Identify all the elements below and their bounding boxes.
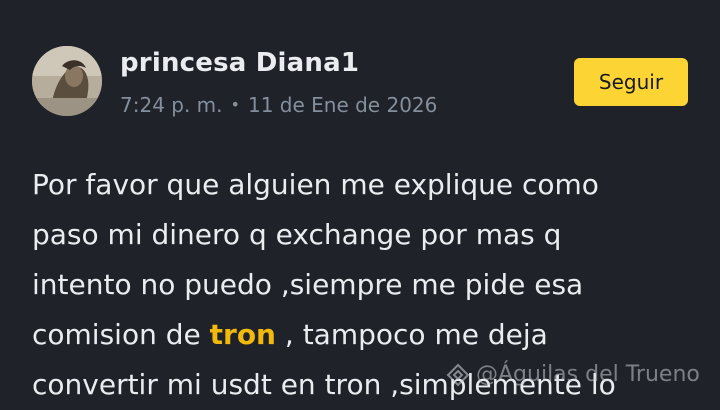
post-line-4-end: , tampoco me deja (276, 318, 548, 351)
post-content: Por favor que alguien me explique como p… (32, 160, 692, 410)
post-line-4: comision de tron , tampoco me deja (32, 310, 692, 360)
post-line-2: paso mi dinero q exchange por mas q (32, 218, 562, 251)
meta-separator: • (230, 95, 240, 114)
post-time: 7:24 p. m. (120, 93, 223, 117)
post-line-5: convertir mi usdt en tron ,simplemente l… (32, 368, 616, 401)
avatar[interactable] (32, 46, 102, 116)
follow-button[interactable]: Seguir (574, 58, 688, 106)
post-meta: 7:24 p. m. • 11 de Ene de 2026 (120, 93, 437, 117)
avatar-photo-icon (32, 46, 102, 116)
post-date: 11 de Ene de 2026 (247, 93, 438, 117)
author-name[interactable]: princesa Diana1 (120, 48, 359, 78)
post-line-1: Por favor que alguien me explique como (32, 168, 599, 201)
mention-link-tron[interactable]: tron (210, 318, 276, 351)
post-card: princesa Diana1 7:24 p. m. • 11 de Ene de … (0, 0, 720, 404)
post-line-4-start: comision de (32, 318, 210, 351)
post-line-3: intento no puedo ,siempre me pide esa (32, 268, 584, 301)
